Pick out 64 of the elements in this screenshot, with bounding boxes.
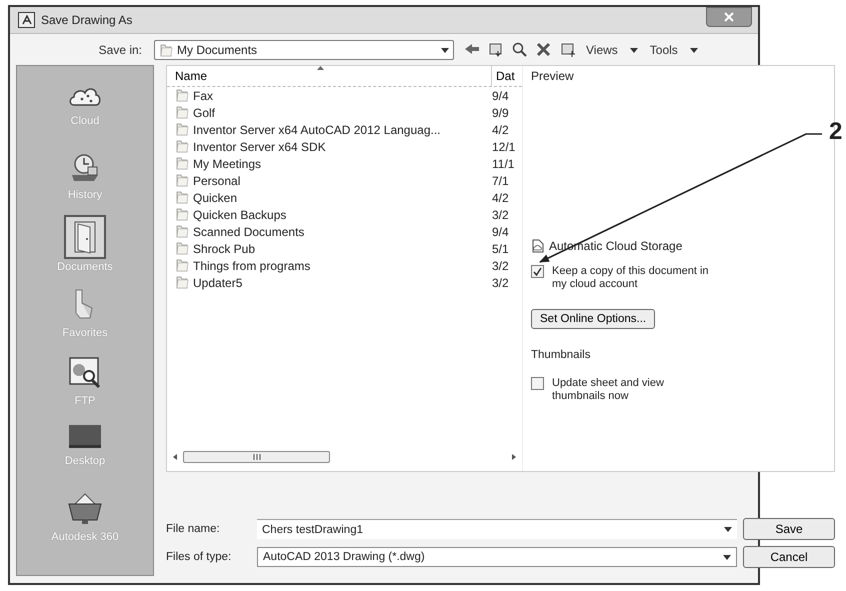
menu-button[interactable]: Views (584, 43, 640, 57)
dropdown-arrow-icon (441, 48, 449, 52)
delete-button[interactable] (536, 42, 552, 58)
date-cell-text: 4/2 (491, 190, 510, 204)
basket-icon[interactable] (66, 491, 104, 525)
column-header[interactable]: Dat (492, 66, 522, 86)
date-cell-text: 11/1 (491, 156, 516, 170)
monitor-icon[interactable] (67, 423, 103, 449)
file-name[interactable]: Things from programs (167, 258, 488, 272)
file-name[interactable]: Quicken (167, 190, 488, 204)
file-name[interactable]: Inventor Server x64 SDK (167, 140, 488, 154)
date-cell-text: 9/4 (491, 88, 510, 102)
section-title: Thumbnails (531, 349, 592, 361)
search-button[interactable] (512, 42, 528, 58)
date-cell-text: 7/1 (491, 174, 510, 188)
close-button[interactable] (706, 7, 752, 27)
cloud-document-icon (531, 239, 545, 253)
file-name[interactable]: Personal (167, 174, 488, 188)
date-cell-text: 3/2 (491, 208, 510, 222)
checkbox-label: Update sheet and view thumbnails now (552, 377, 665, 403)
dropdown-arrow-icon (723, 554, 731, 560)
file-name[interactable]: Inventor Server x64 AutoCAD 2012 Languag... (167, 122, 488, 136)
new-folder-button[interactable] (560, 42, 576, 58)
set-online-options-button[interactable]: Set Online Options... (531, 309, 656, 329)
section-title: Preview (531, 69, 574, 83)
callout-number: 2 (829, 118, 842, 146)
date-cell-text: 3/2 (491, 276, 510, 290)
date-cell-text: 4/2 (491, 122, 510, 136)
checkbox[interactable] (531, 265, 544, 278)
checkbox[interactable] (531, 377, 544, 390)
file-name[interactable]: Fax (167, 88, 488, 102)
file-name[interactable]: Scanned Documents (167, 224, 488, 238)
file-name[interactable]: Golf (167, 106, 488, 120)
dropdown-arrow-icon (630, 48, 638, 52)
dropdown-arrow-icon (724, 527, 732, 532)
file-type-dropdown[interactable]: AutoCAD 2013 Drawing (*.dwg) (257, 547, 737, 567)
field-label: Save in: (98, 43, 143, 57)
close-icon (724, 12, 734, 22)
file-name-field[interactable]: Chers testDrawing1 (257, 519, 737, 539)
sort-arrow-icon (317, 66, 324, 70)
cancel-button[interactable]: Cancel (743, 546, 835, 568)
file-name[interactable]: Shrock Pub (167, 242, 488, 256)
file-name[interactable]: Updater5 (167, 276, 488, 290)
scroll-right-icon[interactable] (512, 454, 516, 460)
save-in-dropdown[interactable]: My Documents (154, 40, 454, 60)
date-cell-text: 5/1 (491, 242, 510, 256)
scroll-left-icon[interactable] (173, 454, 177, 460)
field-label: Files of type: (166, 551, 232, 563)
date-cell-text: 12/1 (491, 140, 516, 154)
checkbox-label: Keep a copy of this document in my cloud account (552, 265, 710, 291)
file-name[interactable]: Quicken Backups (167, 208, 488, 222)
date-cell-text: 9/4 (491, 224, 510, 238)
folder-up-button[interactable] (488, 42, 504, 58)
window-title: Save Drawing As (41, 13, 134, 27)
field-label: File name: (166, 523, 221, 535)
file-name[interactable]: My Meetings (167, 156, 488, 170)
menu-button[interactable]: Tools (648, 43, 700, 57)
dropdown-arrow-icon (690, 48, 698, 52)
app-icon (18, 12, 35, 28)
date-cell-text: 9/9 (491, 106, 510, 120)
save-button[interactable]: Save (743, 518, 835, 540)
date-cell-text: 3/2 (491, 258, 510, 272)
folder-search-icon[interactable] (67, 355, 103, 389)
scrollbar-thumb[interactable] (183, 451, 330, 463)
